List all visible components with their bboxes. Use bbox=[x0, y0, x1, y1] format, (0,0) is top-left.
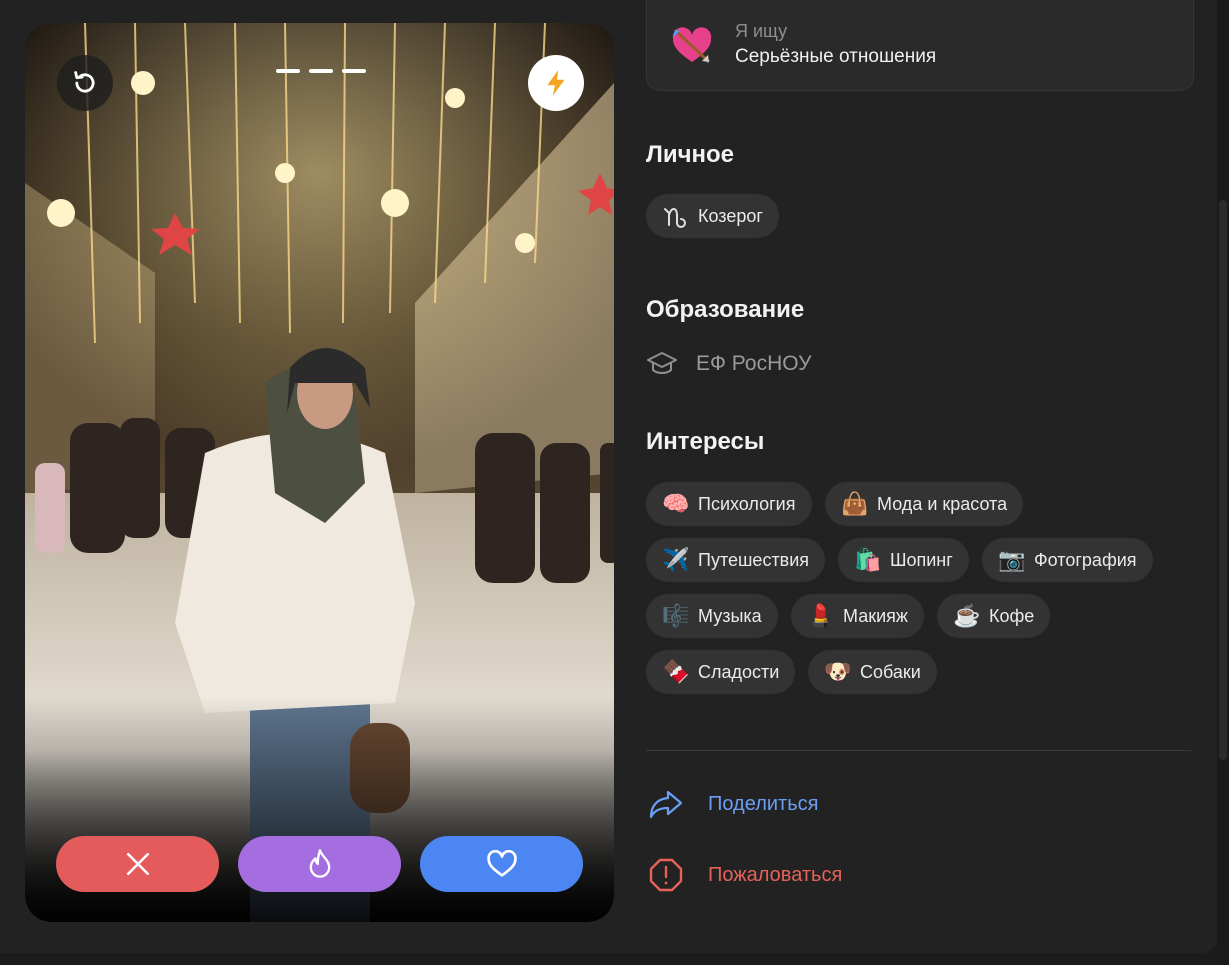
profile-photo-card[interactable] bbox=[25, 23, 614, 922]
warning-octagon-icon bbox=[646, 857, 686, 893]
interest-emoji-icon: 📷 bbox=[998, 547, 1026, 572]
interest-emoji-icon: 🎼 bbox=[662, 603, 690, 628]
capricorn-icon bbox=[660, 200, 692, 232]
interest-chip: 👜 Мода и красота bbox=[825, 482, 1024, 526]
interest-label: Фотография bbox=[1034, 549, 1137, 570]
interest-chip: ✈️ Путешествия bbox=[646, 538, 826, 582]
graduation-cap-icon bbox=[646, 350, 678, 378]
boost-button[interactable] bbox=[528, 55, 584, 111]
interest-chip: 🧠 Психология bbox=[646, 482, 812, 526]
interest-label: Музыка bbox=[698, 605, 762, 626]
zodiac-chip: Козерог bbox=[646, 194, 779, 238]
interest-chip: 💄 Макияж bbox=[791, 594, 924, 638]
share-link[interactable]: Поделиться bbox=[646, 788, 818, 820]
like-button[interactable] bbox=[420, 836, 583, 892]
personal-title: Личное bbox=[646, 141, 735, 168]
interest-chip: 🎼 Музыка bbox=[646, 594, 778, 638]
zodiac-label: Козерог bbox=[698, 205, 763, 226]
lightning-icon bbox=[547, 70, 565, 96]
scrollbar-thumb[interactable] bbox=[1219, 200, 1227, 760]
interest-label: Кофе bbox=[989, 605, 1035, 626]
dislike-button[interactable] bbox=[56, 836, 219, 892]
interest-emoji-icon: 🍫 bbox=[662, 659, 690, 684]
report-link[interactable]: Пожаловаться bbox=[646, 857, 842, 893]
interest-label: Психология bbox=[698, 493, 796, 514]
divider bbox=[646, 750, 1191, 751]
education-title: Образование bbox=[646, 296, 805, 323]
heart-icon bbox=[486, 850, 517, 877]
photo-indicator[interactable] bbox=[309, 69, 333, 73]
interest-emoji-icon: 💄 bbox=[807, 603, 835, 628]
interest-label: Путешествия bbox=[698, 549, 810, 570]
interests-title: Интересы bbox=[646, 428, 765, 455]
report-label: Пожаловаться bbox=[708, 863, 843, 886]
interest-chip: 🍫 Сладости bbox=[646, 650, 796, 694]
education-item: ЕФ РосНОУ bbox=[646, 350, 811, 378]
interest-chip: 📷 Фотография bbox=[982, 538, 1153, 582]
interest-emoji-icon: ☕ bbox=[953, 603, 981, 628]
swipe-actions bbox=[56, 836, 583, 892]
flame-icon bbox=[309, 849, 330, 878]
interest-label: Шопинг bbox=[890, 549, 953, 570]
interest-emoji-icon: ✈️ bbox=[662, 547, 690, 572]
interest-chip: 🐶 Собаки bbox=[808, 650, 937, 694]
looking-for-card: Я ищу Серьёзные отношения bbox=[646, 0, 1194, 91]
share-arrow-icon bbox=[646, 788, 686, 820]
superlike-button[interactable] bbox=[238, 836, 401, 892]
share-label: Поделиться bbox=[708, 792, 819, 815]
looking-for-value: Серьёзные отношения bbox=[735, 46, 937, 67]
education-school: ЕФ РосНОУ bbox=[696, 352, 812, 375]
interest-label: Собаки bbox=[860, 661, 921, 682]
interest-label: Мода и красота bbox=[877, 493, 1008, 514]
cupid-heart-icon bbox=[669, 22, 715, 73]
profile-photo bbox=[25, 23, 614, 922]
interest-emoji-icon: 🛍️ bbox=[854, 547, 882, 572]
undo-button[interactable] bbox=[57, 55, 113, 111]
photo-indicator[interactable] bbox=[342, 69, 366, 73]
interest-chip: 🛍️ Шопинг bbox=[838, 538, 969, 582]
scrollbar-track[interactable] bbox=[1217, 0, 1229, 965]
interest-emoji-icon: 👜 bbox=[841, 491, 869, 516]
undo-icon bbox=[74, 71, 95, 93]
interest-label: Сладости bbox=[698, 661, 780, 682]
interest-emoji-icon: 🧠 bbox=[662, 491, 690, 516]
looking-for-label: Я ищу bbox=[735, 21, 788, 41]
interest-chip: ☕ Кофе bbox=[937, 594, 1051, 638]
photo-indicator[interactable] bbox=[276, 69, 300, 73]
interest-emoji-icon: 🐶 bbox=[824, 659, 852, 684]
photo-pagination bbox=[276, 69, 366, 73]
interest-label: Макияж bbox=[843, 605, 908, 626]
close-icon bbox=[126, 852, 149, 876]
